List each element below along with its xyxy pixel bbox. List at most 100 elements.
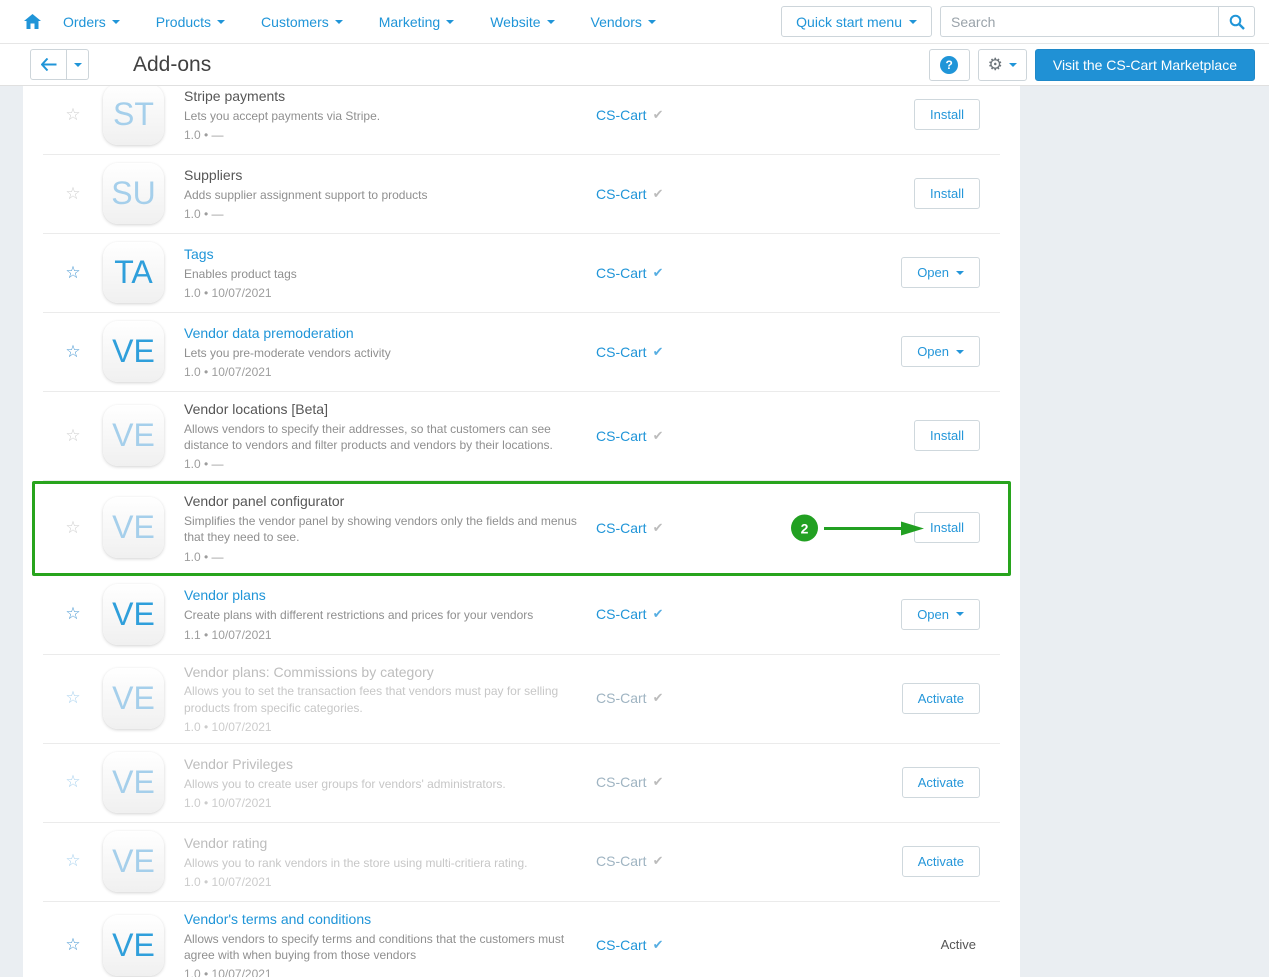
addon-icon: VE [103, 915, 164, 976]
developer-name[interactable]: CS-Cart [596, 774, 647, 790]
developer-name[interactable]: CS-Cart [596, 853, 647, 869]
quick-start-menu-label: Quick start menu [796, 14, 902, 30]
favorite-star-icon[interactable]: ☆ [53, 935, 93, 955]
favorite-star-icon[interactable]: ☆ [53, 604, 93, 624]
addon-row: ☆ VE Vendor data premoderation Lets you … [43, 313, 1000, 392]
chevron-down-icon [446, 20, 454, 24]
nav-item-orders[interactable]: Orders [63, 14, 120, 30]
addon-title[interactable]: Vendor panel configurator [184, 492, 596, 511]
addon-icon: SU [103, 163, 164, 224]
addon-description: Lets you pre-moderate vendors activity [184, 345, 596, 361]
developer-name[interactable]: CS-Cart [596, 428, 647, 444]
nav-item-label: Marketing [379, 14, 440, 30]
verified-check-icon: ✔ [653, 520, 664, 536]
favorite-star-icon[interactable]: ☆ [53, 426, 93, 446]
developer-name[interactable]: CS-Cart [596, 186, 647, 202]
addon-row: ☆ VE Vendor Privileges Allows you to cre… [43, 744, 1000, 823]
addon-version: 1.1 • 10/07/2021 [184, 628, 596, 642]
addon-title[interactable]: Suppliers [184, 166, 596, 185]
install-button[interactable]: Install [914, 99, 980, 130]
addon-action-cell: Activate [902, 683, 990, 714]
activate-button-label: Activate [918, 691, 964, 706]
chevron-down-icon [956, 612, 964, 616]
favorite-star-icon[interactable]: ☆ [53, 851, 93, 871]
addon-title[interactable]: Vendor rating [184, 834, 596, 853]
addon-action-cell: Install [914, 512, 990, 543]
addon-description: Lets you accept payments via Stripe. [184, 108, 596, 124]
help-icon: ? [940, 56, 958, 74]
activate-button[interactable]: Activate [902, 846, 980, 877]
addon-description: Allows vendors to specify terms and cond… [184, 931, 596, 963]
developer-name[interactable]: CS-Cart [596, 344, 647, 360]
favorite-star-icon[interactable]: ☆ [53, 105, 93, 125]
addon-title[interactable]: Vendor data premoderation [184, 324, 596, 343]
home-icon [24, 14, 41, 29]
quick-start-menu-button[interactable]: Quick start menu [781, 6, 932, 37]
favorite-star-icon[interactable]: ☆ [53, 688, 93, 708]
addon-title[interactable]: Vendor plans: Commissions by category [184, 663, 596, 682]
developer-name[interactable]: CS-Cart [596, 606, 647, 622]
install-button[interactable]: Install [914, 512, 980, 543]
developer-name[interactable]: CS-Cart [596, 265, 647, 281]
chevron-down-icon [217, 20, 225, 24]
chevron-down-icon [909, 20, 917, 24]
addon-title[interactable]: Stripe payments [184, 87, 596, 106]
install-button-label: Install [930, 186, 964, 201]
addon-developer: CS-Cart ✔ [596, 344, 736, 360]
favorite-star-icon[interactable]: ☆ [53, 184, 93, 204]
settings-button[interactable]: ⚙ [978, 49, 1027, 81]
addon-action-cell: Active [941, 936, 990, 954]
search-button[interactable] [1218, 6, 1255, 37]
addon-title[interactable]: Vendor Privileges [184, 755, 596, 774]
search-icon [1229, 14, 1245, 30]
nav-item-products[interactable]: Products [156, 14, 225, 30]
addons-list: ☆ ST Stripe payments Lets you accept pay… [23, 86, 1020, 977]
home-button[interactable] [24, 14, 41, 29]
addon-action-cell: Activate [902, 767, 990, 798]
addon-title[interactable]: Tags [184, 245, 596, 264]
addon-developer: CS-Cart ✔ [596, 853, 736, 869]
addon-icon-initials: TA [114, 254, 153, 291]
open-button[interactable]: Open [901, 336, 980, 367]
nav-item-marketing[interactable]: Marketing [379, 14, 454, 30]
top-navigation-bar: Orders Products Customers Marketing Website V… [0, 0, 1269, 44]
addon-action-cell: Install [914, 178, 990, 209]
developer-name[interactable]: CS-Cart [596, 690, 647, 706]
nav-item-label: Products [156, 14, 211, 30]
addon-developer: CS-Cart ✔ [596, 937, 736, 953]
nav-item-vendors[interactable]: Vendors [591, 14, 656, 30]
favorite-star-icon[interactable]: ☆ [53, 772, 93, 792]
favorite-star-icon[interactable]: ☆ [53, 263, 93, 283]
addon-version: 1.0 • 10/07/2021 [184, 796, 596, 810]
install-button[interactable]: Install [914, 178, 980, 209]
search-input[interactable] [940, 6, 1218, 37]
nav-item-customers[interactable]: Customers [261, 14, 343, 30]
activate-button[interactable]: Activate [902, 683, 980, 714]
addon-title[interactable]: Vendor's terms and conditions [184, 910, 596, 929]
developer-name[interactable]: CS-Cart [596, 520, 647, 536]
developer-name[interactable]: CS-Cart [596, 937, 647, 953]
nav-item-website[interactable]: Website [490, 14, 554, 30]
favorite-star-icon[interactable]: ☆ [53, 518, 93, 538]
visit-marketplace-button[interactable]: Visit the CS-Cart Marketplace [1035, 49, 1255, 81]
activate-button[interactable]: Activate [902, 767, 980, 798]
open-button[interactable]: Open [901, 599, 980, 630]
chevron-down-icon [74, 63, 82, 67]
open-button[interactable]: Open [901, 257, 980, 288]
back-button[interactable] [30, 49, 67, 80]
addon-action-cell: Install [914, 99, 990, 130]
help-button[interactable]: ? [929, 49, 970, 81]
addon-title[interactable]: Vendor locations [Beta] [184, 400, 596, 419]
install-button[interactable]: Install [914, 420, 980, 451]
favorite-star-icon[interactable]: ☆ [53, 342, 93, 362]
addon-title[interactable]: Vendor plans [184, 586, 596, 605]
open-button-label: Open [917, 344, 949, 359]
addon-description: Allows vendors to specify their addresse… [184, 421, 596, 453]
addon-row: ☆ VE Vendor plans Create plans with diff… [43, 576, 1000, 655]
addon-icon: VE [103, 668, 164, 729]
addon-row: ☆ ST Stripe payments Lets you accept pay… [43, 86, 1000, 155]
developer-name[interactable]: CS-Cart [596, 107, 647, 123]
addon-icon: VE [103, 584, 164, 645]
activate-button-label: Activate [918, 775, 964, 790]
back-history-dropdown[interactable] [67, 49, 89, 80]
